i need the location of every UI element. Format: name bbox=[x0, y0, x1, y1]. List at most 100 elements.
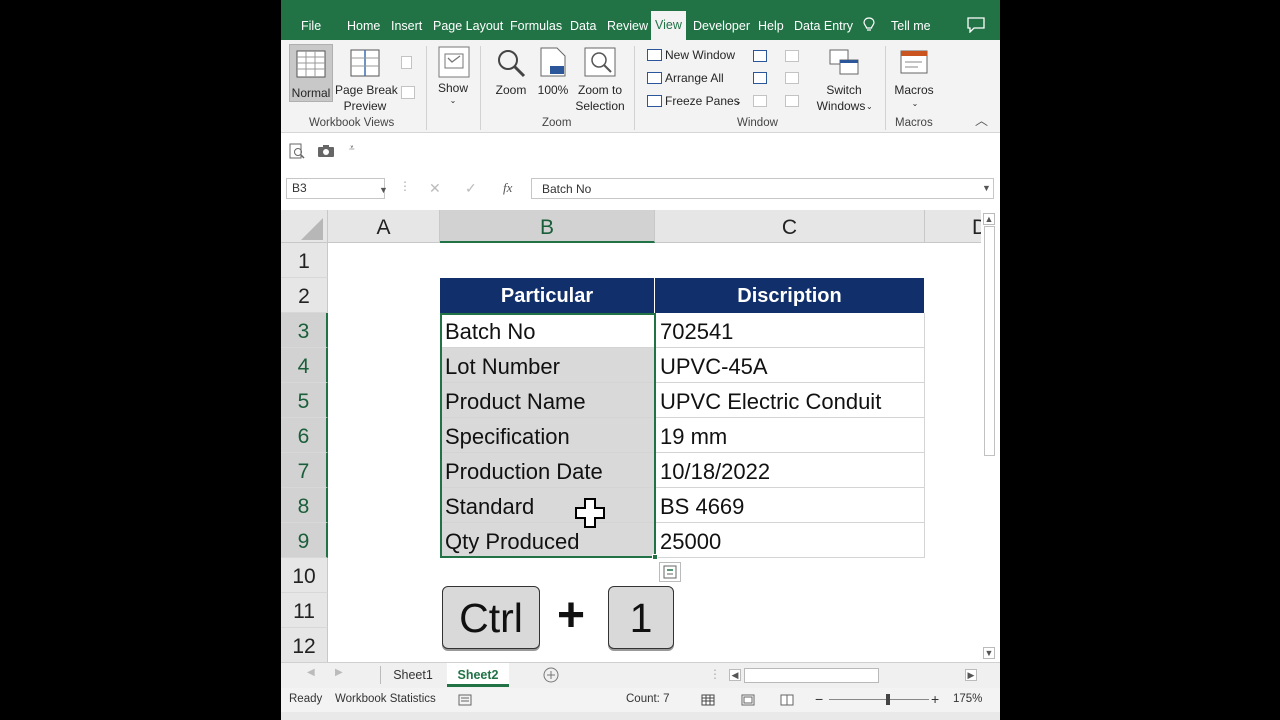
table-cell-description[interactable]: UPVC Electric Conduit bbox=[655, 383, 925, 418]
vertical-scroll-thumb[interactable] bbox=[984, 226, 995, 456]
reset-window-position-icon[interactable] bbox=[785, 95, 799, 107]
quick-analysis-button[interactable] bbox=[659, 562, 681, 582]
table-header-particular[interactable]: Particular bbox=[440, 278, 655, 313]
expand-formula-bar-icon[interactable]: ▼ bbox=[982, 183, 991, 193]
page-layout-view-icon[interactable] bbox=[741, 694, 755, 706]
fill-handle[interactable] bbox=[652, 554, 658, 560]
row-header[interactable]: 7 bbox=[281, 453, 328, 488]
page-break-view-icon[interactable] bbox=[780, 694, 794, 706]
workbook-statistics-button[interactable]: Workbook Statistics bbox=[335, 693, 436, 705]
unhide-icon[interactable] bbox=[753, 95, 767, 107]
table-cell-particular[interactable]: Product Name bbox=[440, 383, 655, 418]
tab-developer[interactable]: Developer bbox=[693, 16, 750, 36]
page-layout-icon[interactable] bbox=[401, 56, 412, 69]
tab-page-layout[interactable]: Page Layout bbox=[433, 16, 503, 36]
tab-formulas[interactable]: Formulas bbox=[510, 16, 562, 36]
scroll-down-icon[interactable]: ▼ bbox=[983, 647, 995, 659]
formula-input[interactable]: Batch No ▼ bbox=[531, 178, 994, 199]
insert-function-button[interactable]: fx bbox=[503, 180, 512, 196]
accessibility-icon[interactable] bbox=[458, 694, 472, 706]
view-side-by-side-icon[interactable] bbox=[785, 50, 799, 62]
row-header[interactable]: 4 bbox=[281, 348, 328, 383]
table-cell-description[interactable]: BS 4669 bbox=[655, 488, 925, 523]
table-cell-particular[interactable]: Qty Produced bbox=[440, 523, 655, 558]
customize-qat-icon[interactable]: ⩡ bbox=[349, 143, 355, 154]
scroll-tabs-right-icon[interactable]: ▶ bbox=[335, 667, 343, 678]
tab-tell-me[interactable]: Tell me bbox=[891, 16, 931, 36]
table-cell-particular[interactable]: Standard bbox=[440, 488, 655, 523]
vertical-scrollbar[interactable]: ▲ ▼ bbox=[981, 210, 1000, 662]
column-header-c[interactable]: C bbox=[655, 210, 925, 243]
chevron-down-icon[interactable]: ▼ bbox=[379, 185, 388, 195]
row-header[interactable]: 2 bbox=[281, 278, 328, 313]
scroll-tabs-left-icon[interactable]: ◀ bbox=[307, 667, 315, 678]
scroll-up-icon[interactable]: ▲ bbox=[983, 213, 995, 225]
new-window-button[interactable]: New Window bbox=[665, 47, 735, 63]
zoom-level[interactable]: 175% bbox=[953, 693, 982, 705]
print-preview-icon[interactable] bbox=[289, 143, 305, 159]
page-break-icon[interactable] bbox=[350, 49, 380, 77]
scroll-left-icon[interactable]: ◀ bbox=[729, 669, 741, 681]
split-icon[interactable] bbox=[753, 50, 767, 62]
row-header[interactable]: 5 bbox=[281, 383, 328, 418]
tab-splitter-icon[interactable]: ⋮ bbox=[709, 667, 721, 681]
table-cell-description[interactable]: 25000 bbox=[655, 523, 925, 558]
worksheet-grid[interactable]: A B C D 1 2 3 4 5 6 7 8 9 10 11 12 Parti… bbox=[281, 210, 981, 662]
zoom-to-selection-icon[interactable] bbox=[584, 47, 616, 77]
row-header[interactable]: 12 bbox=[281, 628, 328, 662]
zoom-out-button[interactable]: − bbox=[815, 691, 823, 707]
table-cell-description[interactable]: UPVC-45A bbox=[655, 348, 925, 383]
normal-view-icon[interactable] bbox=[701, 694, 715, 706]
add-sheet-icon[interactable] bbox=[543, 667, 559, 683]
synchronous-scrolling-icon[interactable] bbox=[785, 72, 799, 84]
zoom-100-icon[interactable] bbox=[540, 47, 566, 77]
custom-views-icon[interactable] bbox=[401, 86, 415, 99]
switch-windows-icon[interactable] bbox=[829, 49, 859, 77]
table-cell-particular[interactable]: Lot Number bbox=[440, 348, 655, 383]
zoom-slider[interactable] bbox=[829, 699, 929, 700]
row-header[interactable]: 10 bbox=[281, 558, 328, 593]
tab-help[interactable]: Help bbox=[758, 16, 784, 36]
scroll-right-icon[interactable]: ▶ bbox=[965, 669, 977, 681]
zoom-in-button[interactable]: + bbox=[931, 691, 939, 707]
horizontal-scroll-thumb[interactable] bbox=[744, 668, 879, 683]
sheet-tab-sheet2[interactable]: Sheet2 bbox=[447, 663, 509, 687]
tab-insert[interactable]: Insert bbox=[391, 16, 422, 36]
table-cell-particular[interactable]: Batch No bbox=[440, 313, 655, 348]
tab-view[interactable]: View bbox=[651, 11, 686, 40]
normal-view-button[interactable]: Normal bbox=[289, 44, 333, 102]
collapse-ribbon-icon[interactable]: ︿ bbox=[975, 113, 988, 129]
sheet-tab-sheet1[interactable]: Sheet1 bbox=[385, 663, 441, 687]
row-header[interactable]: 9 bbox=[281, 523, 328, 558]
table-cell-description[interactable]: 702541 bbox=[655, 313, 925, 348]
hide-icon[interactable] bbox=[753, 72, 767, 84]
zoom-slider-thumb[interactable] bbox=[886, 694, 890, 705]
arrange-all-button[interactable]: Arrange All bbox=[665, 70, 724, 86]
row-header[interactable]: 1 bbox=[281, 243, 328, 278]
tab-data[interactable]: Data bbox=[570, 16, 596, 36]
table-cell-description[interactable]: 10/18/2022 bbox=[655, 453, 925, 488]
horizontal-scrollbar[interactable]: ◀ ▶ bbox=[729, 668, 979, 684]
tab-home[interactable]: Home bbox=[347, 16, 380, 36]
row-header[interactable]: 6 bbox=[281, 418, 328, 453]
table-cell-particular[interactable]: Production Date bbox=[440, 453, 655, 488]
freeze-panes-button[interactable]: Freeze Panes bbox=[665, 93, 740, 109]
tab-review[interactable]: Review bbox=[607, 16, 648, 36]
show-icon[interactable] bbox=[438, 46, 470, 78]
tab-data-entry[interactable]: Data Entry bbox=[794, 16, 853, 36]
column-header-b[interactable]: B bbox=[440, 210, 655, 243]
name-box[interactable]: B3 ▼ bbox=[286, 178, 388, 199]
table-cell-description[interactable]: 19 mm bbox=[655, 418, 925, 453]
camera-icon[interactable] bbox=[317, 144, 335, 158]
row-header[interactable]: 11 bbox=[281, 593, 328, 628]
macros-icon[interactable] bbox=[900, 50, 930, 78]
cancel-icon[interactable]: ✕ bbox=[429, 180, 441, 197]
comments-icon[interactable] bbox=[967, 17, 985, 33]
column-header-d[interactable]: D bbox=[925, 210, 981, 243]
row-header[interactable]: 8 bbox=[281, 488, 328, 523]
zoom-icon[interactable] bbox=[496, 48, 526, 78]
tab-file[interactable]: File bbox=[301, 16, 321, 36]
select-all-button[interactable] bbox=[281, 210, 328, 243]
table-cell-particular[interactable]: Specification bbox=[440, 418, 655, 453]
row-header[interactable]: 3 bbox=[281, 313, 328, 348]
